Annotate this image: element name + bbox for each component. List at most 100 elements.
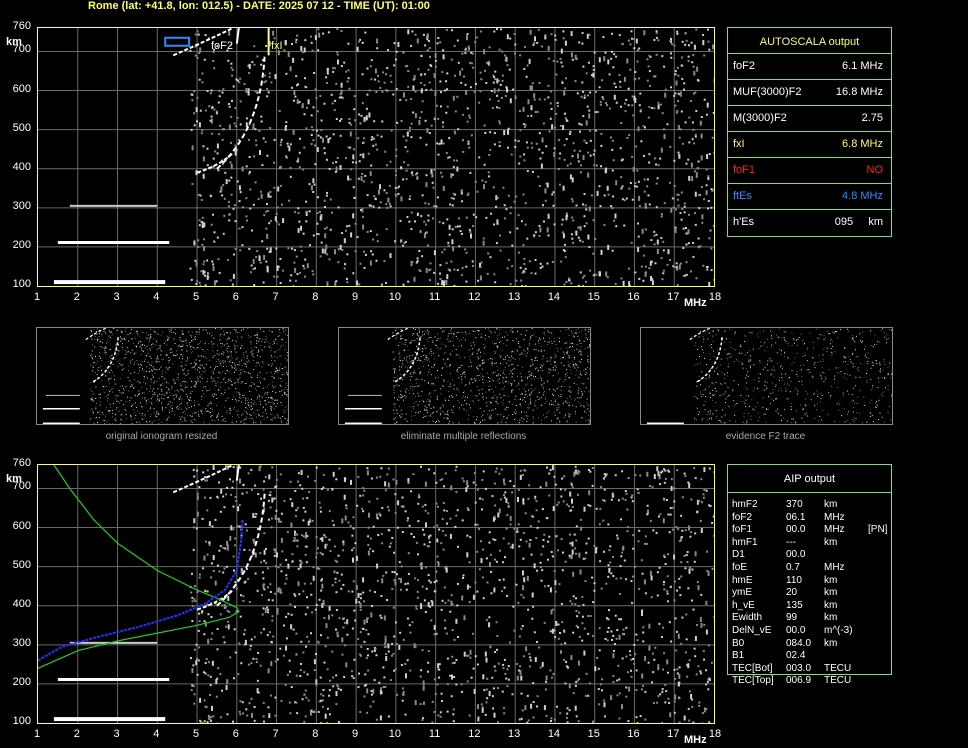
autoscala-key: foF2 [733,60,756,72]
echo-traces [53,27,266,285]
autoscala-row: MUF(3000)F2 16.8 MHz [728,79,891,105]
y-tick-label: 100 [12,715,31,727]
aip-cell: 370 [786,499,803,510]
aip-cell: 00.0 [786,524,806,536]
aip-cell: TEC[Bot] [732,662,773,674]
aip-cell: 06.1 [786,511,806,523]
aip-cell: km [824,637,838,649]
x-tick-label: 16 [627,291,640,303]
aip-cell: foE [732,561,748,573]
caption-eliminate: eliminate multiple reflections [400,431,527,442]
aip-row: h_vE 135 km [732,600,898,613]
thumb-noise [694,328,893,425]
autoscala-row: fxI 6.8 MHz [728,131,891,157]
aip-cell: km [824,587,838,599]
aip-row: D1 00.0 [732,549,898,562]
x-tick-label: 7 [272,291,279,303]
aip-cell [868,650,898,663]
aip-row: hmF1 --- km [732,537,898,550]
aip-row: foE 0.7 MHz [732,562,898,575]
aip-cell: 003.0 [786,662,812,674]
x-tick-label: 4 [153,728,160,740]
aip-cell [868,537,898,550]
aip-cell [868,600,898,613]
aip-cell: [PN] [868,524,888,536]
autoscala-value: 6.8 MHz [842,138,883,150]
thumbnail-evidence-f2[interactable] [640,327,893,425]
aip-cell: 0.7 [786,561,800,573]
aip-cell: Ewidth [732,612,763,624]
y-tick-label: 700 [12,43,31,56]
aip-row: B1 02.4 [732,650,898,663]
aip-row: hmF2 370 km [732,499,898,512]
autoscala-row: M(3000)F2 2.75 [728,105,891,131]
aip-cell: h_vE [732,599,755,611]
aip-row: Ewidth 99 km [732,612,898,625]
aip-cell: DelN_vE [732,624,772,636]
autoscala-key: MUF(3000)F2 [733,86,802,98]
x-tick-label: 2 [73,291,80,303]
ionogram-top[interactable]: foF2 fxI [37,27,716,288]
x-tick-label: 14 [547,291,561,303]
x-unit-bottom: MHz [684,734,707,746]
aip-cell: 084.0 [786,637,812,649]
y-tick-label: 300 [12,199,31,212]
y-tick-label: 200 [12,675,31,688]
x-tick-label: 16 [627,728,640,740]
aip-cell: 20 [786,587,798,599]
x-tick-label: 11 [428,728,441,740]
caption-original: original ionogram resized [105,431,218,442]
aip-cell: foF1 [732,524,753,536]
aip-cell: 00.0 [786,549,806,561]
autoscala-row: h'Es 095 km [728,209,891,235]
autoscala-key: h'Es [733,216,755,228]
autoscala-value: 6.1 MHz [842,60,883,72]
thumb-noise [392,328,591,425]
thumbnail-eliminate-reflections[interactable] [338,327,591,425]
aip-cell: hmF2 [732,499,758,510]
ionogram-top-canvas [38,27,716,288]
x-tick-label: 1 [33,728,41,740]
aip-row: TEC[Top] 006.9 TECU [732,675,898,688]
x-tick-label: 11 [428,291,441,303]
x-tick-label: 17 [667,728,680,740]
aip-cell: MHz [824,511,845,523]
autoscala-key: foF1 [733,164,756,176]
aip-row: foF1 00.0 MHz [PN] [732,524,898,537]
x-tick-label: 7 [272,728,279,740]
aip-cell: 99 [786,612,798,624]
aip-row: foF2 06.1 MHz [732,512,898,525]
aip-cell: MHz [824,524,845,536]
x-tick-label: 13 [508,728,521,740]
x-tick-label: 14 [547,728,561,740]
x-tick-label: 10 [388,291,401,303]
x-tick-label: 5 [192,728,200,740]
aip-cell [868,612,898,625]
y-tick-label: 760 [12,20,31,32]
aip-cell [868,549,898,562]
aip-cell [868,587,898,600]
aip-cell: 02.4 [786,650,806,662]
aip-cell: km [824,536,838,548]
x-tick-label: 17 [667,291,680,303]
aip-cell: km [824,599,838,611]
aip-cell [868,562,898,575]
aip-cell: hmE [732,574,753,586]
x-tick-label: 9 [352,728,359,740]
ionogram-bottom[interactable] [37,464,716,728]
header-title: Rome (lat: +41.8, lon: 012.5) - DATE: 20… [88,0,430,12]
aip-cell [868,638,898,651]
aip-cell [868,575,898,588]
x-tick-label: 12 [468,291,481,303]
aip-cell [868,512,898,525]
x-tick-label: 6 [232,291,239,303]
y-tick-label: 400 [12,597,31,610]
autoscala-title: AUTOSCALA output [759,36,860,48]
thumbnail-original[interactable] [36,327,289,425]
aip-cell [824,549,868,562]
x-tick-label: 10 [388,728,401,740]
x-tick-label: 18 [708,291,722,303]
autoscala-row: foF1 NO [728,157,891,183]
x-tick-label: 12 [468,728,481,740]
x-tick-label: 1 [33,291,41,303]
